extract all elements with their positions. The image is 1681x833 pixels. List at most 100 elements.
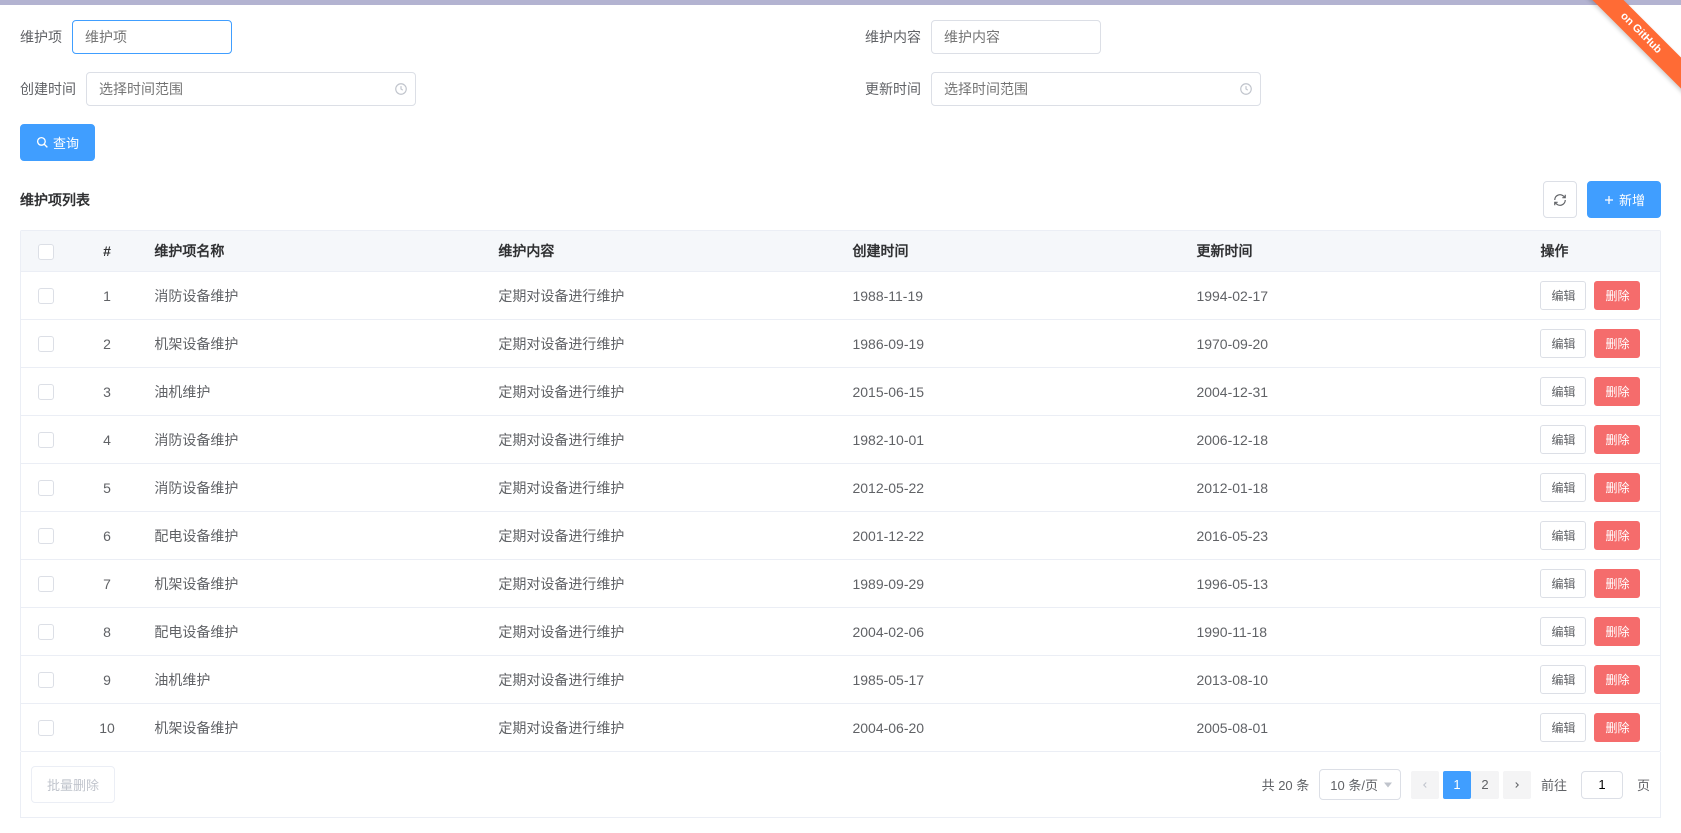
row-name: 机架设备维护 bbox=[142, 320, 486, 368]
row-ctime: 1986-09-19 bbox=[840, 320, 1184, 368]
filter-item-input[interactable] bbox=[72, 20, 232, 54]
page-button-2[interactable]: 2 bbox=[1471, 771, 1499, 799]
table-footer: 批量删除 共 20 条 10 条/页 12 前往 bbox=[20, 752, 1661, 818]
row-ctime: 2004-06-20 bbox=[840, 704, 1184, 752]
row-index: 6 bbox=[72, 512, 143, 560]
row-ctime: 2012-05-22 bbox=[840, 464, 1184, 512]
row-content: 定期对设备进行维护 bbox=[486, 704, 840, 752]
page-button-1[interactable]: 1 bbox=[1443, 771, 1471, 799]
row-index: 1 bbox=[72, 272, 143, 320]
edit-button[interactable]: 编辑 bbox=[1540, 713, 1586, 742]
page-size-select[interactable]: 10 条/页 bbox=[1319, 769, 1401, 800]
row-content: 定期对设备进行维护 bbox=[486, 656, 840, 704]
row-name: 机架设备维护 bbox=[142, 560, 486, 608]
row-checkbox[interactable] bbox=[38, 672, 54, 688]
row-name: 配电设备维护 bbox=[142, 608, 486, 656]
filter-content-input[interactable] bbox=[931, 20, 1101, 54]
select-all-checkbox[interactable] bbox=[38, 244, 54, 260]
edit-button[interactable]: 编辑 bbox=[1540, 281, 1586, 310]
filter-content-label: 维护内容 bbox=[865, 27, 921, 47]
row-checkbox[interactable] bbox=[38, 336, 54, 352]
edit-button[interactable]: 编辑 bbox=[1540, 521, 1586, 550]
row-utime: 2006-12-18 bbox=[1184, 416, 1528, 464]
delete-button[interactable]: 删除 bbox=[1594, 569, 1640, 598]
row-utime: 2005-08-01 bbox=[1184, 704, 1528, 752]
list-title: 维护项列表 bbox=[20, 190, 90, 210]
row-checkbox[interactable] bbox=[38, 528, 54, 544]
row-index: 5 bbox=[72, 464, 143, 512]
row-name: 机架设备维护 bbox=[142, 704, 486, 752]
add-button[interactable]: 新增 bbox=[1587, 181, 1661, 218]
row-index: 4 bbox=[72, 416, 143, 464]
filter-utime-input[interactable] bbox=[931, 72, 1261, 106]
prev-page-button[interactable] bbox=[1411, 771, 1439, 799]
table-row: 3油机维护定期对设备进行维护2015-06-152004-12-31编辑删除 bbox=[21, 368, 1660, 416]
delete-button[interactable]: 删除 bbox=[1594, 521, 1640, 550]
row-ctime: 1982-10-01 bbox=[840, 416, 1184, 464]
edit-button[interactable]: 编辑 bbox=[1540, 377, 1586, 406]
row-checkbox[interactable] bbox=[38, 288, 54, 304]
delete-button[interactable]: 删除 bbox=[1594, 329, 1640, 358]
row-content: 定期对设备进行维护 bbox=[486, 416, 840, 464]
data-table: # 维护项名称 维护内容 创建时间 更新时间 操作 1消防设备维护定期对设备进行… bbox=[20, 230, 1661, 752]
row-content: 定期对设备进行维护 bbox=[486, 368, 840, 416]
filter-item-name: 维护项 bbox=[20, 20, 232, 54]
table-row: 2机架设备维护定期对设备进行维护1986-09-191970-09-20 编辑删除 bbox=[21, 320, 1660, 368]
row-checkbox[interactable] bbox=[38, 384, 54, 400]
row-content: 定期对设备进行维护 bbox=[486, 560, 840, 608]
row-name: 消防设备维护 bbox=[142, 272, 486, 320]
row-utime: 1970-09-20 bbox=[1184, 320, 1528, 368]
delete-button[interactable]: 删除 bbox=[1594, 665, 1640, 694]
row-utime: 2013-08-10 bbox=[1184, 656, 1528, 704]
edit-button[interactable]: 编辑 bbox=[1540, 617, 1586, 646]
delete-button[interactable]: 删除 bbox=[1594, 473, 1640, 502]
table-row: 10机架设备维护定期对设备进行维护2004-06-202005-08-01编辑删… bbox=[21, 704, 1660, 752]
table-row: 1消防设备维护定期对设备进行维护1988-11-191994-02-17编辑删除 bbox=[21, 272, 1660, 320]
refresh-button[interactable] bbox=[1543, 181, 1577, 218]
edit-button[interactable]: 编辑 bbox=[1540, 473, 1586, 502]
delete-button[interactable]: 删除 bbox=[1594, 281, 1640, 310]
delete-button[interactable]: 删除 bbox=[1594, 617, 1640, 646]
filter-ctime-input[interactable] bbox=[86, 72, 416, 106]
search-button[interactable]: 查询 bbox=[20, 124, 95, 161]
row-name: 消防设备维护 bbox=[142, 416, 486, 464]
row-ctime: 1989-09-29 bbox=[840, 560, 1184, 608]
jump-label: 前往 bbox=[1541, 775, 1567, 794]
row-index: 7 bbox=[72, 560, 143, 608]
row-checkbox[interactable] bbox=[38, 576, 54, 592]
row-ctime: 1985-05-17 bbox=[840, 656, 1184, 704]
col-name: 维护项名称 bbox=[142, 231, 486, 272]
row-index: 2 bbox=[72, 320, 143, 368]
next-page-button[interactable] bbox=[1503, 771, 1531, 799]
col-ops: 操作 bbox=[1528, 231, 1660, 272]
edit-button[interactable]: 编辑 bbox=[1540, 665, 1586, 694]
edit-button[interactable]: 编辑 bbox=[1540, 425, 1586, 454]
search-icon bbox=[36, 136, 49, 149]
clock-icon bbox=[1239, 82, 1253, 96]
delete-button[interactable]: 删除 bbox=[1594, 713, 1640, 742]
row-utime: 2016-05-23 bbox=[1184, 512, 1528, 560]
batch-delete-button[interactable]: 批量删除 bbox=[31, 766, 115, 803]
edit-button[interactable]: 编辑 bbox=[1540, 569, 1586, 598]
pagination: 共 20 条 10 条/页 12 前往 页 bbox=[1262, 769, 1650, 800]
delete-button[interactable]: 删除 bbox=[1594, 425, 1640, 454]
chevron-right-icon bbox=[1512, 780, 1522, 790]
row-name: 配电设备维护 bbox=[142, 512, 486, 560]
row-content: 定期对设备进行维护 bbox=[486, 320, 840, 368]
table-row: 6配电设备维护定期对设备进行维护2001-12-222016-05-23编辑删除 bbox=[21, 512, 1660, 560]
row-checkbox[interactable] bbox=[38, 432, 54, 448]
row-ctime: 1988-11-19 bbox=[840, 272, 1184, 320]
jump-page-input[interactable] bbox=[1581, 771, 1623, 799]
row-checkbox[interactable] bbox=[38, 624, 54, 640]
delete-button[interactable]: 删除 bbox=[1594, 377, 1640, 406]
clock-icon bbox=[394, 82, 408, 96]
row-index: 8 bbox=[72, 608, 143, 656]
row-checkbox[interactable] bbox=[38, 480, 54, 496]
row-utime: 1994-02-17 bbox=[1184, 272, 1528, 320]
filter-utime: 更新时间 bbox=[865, 72, 1261, 106]
row-ctime: 2015-06-15 bbox=[840, 368, 1184, 416]
row-content: 定期对设备进行维护 bbox=[486, 512, 840, 560]
edit-button[interactable]: 编辑 bbox=[1540, 329, 1586, 358]
row-checkbox[interactable] bbox=[38, 720, 54, 736]
filter-item-label: 维护项 bbox=[20, 27, 62, 47]
